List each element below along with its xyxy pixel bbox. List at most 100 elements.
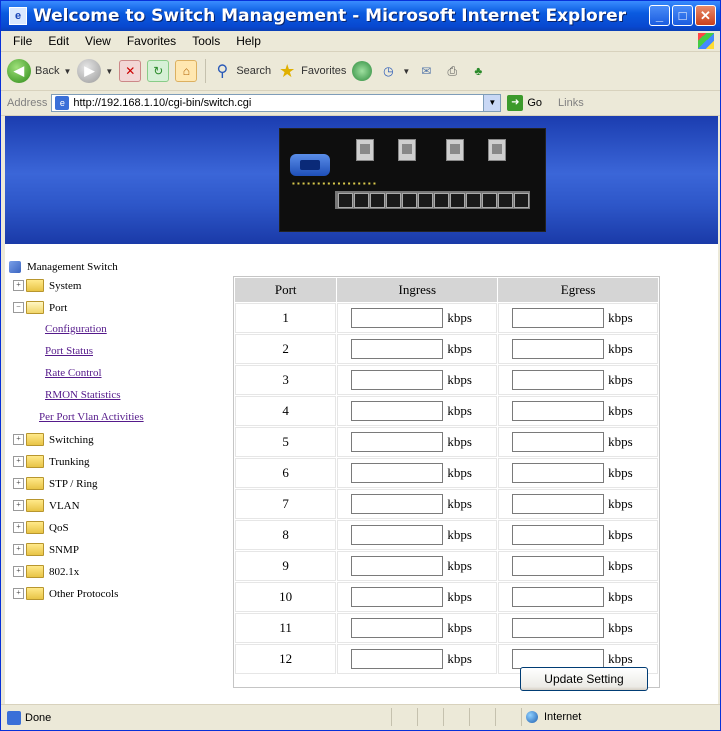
ingress-rate-input[interactable] [351, 587, 444, 607]
tree-item-switching[interactable]: + Switching [13, 433, 94, 446]
windows-logo-icon [698, 33, 714, 49]
egress-cell: kbps [498, 489, 658, 519]
minimize-button[interactable]: _ [649, 5, 670, 26]
expand-plus-icon[interactable]: + [13, 566, 24, 577]
column-header-egress: Egress [498, 278, 658, 302]
expand-plus-icon[interactable]: + [13, 434, 24, 445]
expand-plus-icon[interactable]: + [13, 500, 24, 511]
tree-link-rate-control[interactable]: Rate Control [45, 367, 102, 379]
egress-field-wrap: kbps [500, 370, 656, 390]
egress-rate-input[interactable] [512, 556, 605, 576]
back-arrow-icon: ◀ [7, 59, 31, 83]
tree-item-8021x[interactable]: + 802.1x [13, 565, 79, 578]
ingress-rate-input[interactable] [351, 618, 444, 638]
menu-edit[interactable]: Edit [40, 34, 77, 48]
ingress-rate-input[interactable] [351, 401, 444, 421]
back-dropdown-icon[interactable]: ▼ [63, 67, 71, 76]
update-setting-button[interactable]: Update Setting [520, 667, 648, 691]
egress-rate-input[interactable] [512, 432, 605, 452]
menu-tools[interactable]: Tools [184, 34, 228, 48]
expand-plus-icon[interactable]: + [13, 522, 24, 533]
egress-rate-input[interactable] [512, 618, 605, 638]
ingress-rate-input[interactable] [351, 463, 444, 483]
menu-help[interactable]: Help [228, 34, 269, 48]
tree-item-qos[interactable]: + QoS [13, 521, 69, 534]
expand-plus-icon[interactable]: + [13, 544, 24, 555]
links-button[interactable]: Links [558, 97, 584, 109]
egress-rate-input[interactable] [512, 370, 605, 390]
ingress-rate-input[interactable] [351, 308, 444, 328]
mail-icon: ✉ [421, 64, 432, 78]
ingress-rate-input[interactable] [351, 649, 444, 669]
menu-file[interactable]: File [5, 34, 40, 48]
expand-plus-icon[interactable]: + [13, 280, 24, 291]
expand-plus-icon[interactable]: + [13, 456, 24, 467]
egress-rate-input[interactable] [512, 339, 605, 359]
maximize-button[interactable]: □ [672, 5, 693, 26]
egress-rate-input[interactable] [512, 525, 605, 545]
ingress-rate-input[interactable] [351, 525, 444, 545]
expand-plus-icon[interactable]: + [13, 588, 24, 599]
media-button[interactable] [352, 61, 373, 81]
address-label: Address [7, 97, 48, 109]
computer-icon [9, 261, 21, 273]
home-button[interactable]: ⌂ [175, 60, 198, 82]
ingress-rate-input[interactable] [351, 556, 444, 576]
tree-root[interactable]: Management Switch [9, 261, 118, 273]
egress-cell: kbps [498, 365, 658, 395]
tree-item-trunking[interactable]: + Trunking [13, 455, 90, 468]
stop-button[interactable]: ✕ [119, 60, 142, 82]
collapse-minus-icon[interactable]: − [13, 302, 24, 313]
egress-rate-input[interactable] [512, 494, 605, 514]
egress-rate-input[interactable] [512, 649, 605, 669]
favorites-button[interactable]: ★ Favorites [277, 61, 346, 81]
ingress-rate-input[interactable] [351, 432, 444, 452]
ingress-rate-input[interactable] [351, 339, 444, 359]
egress-field-wrap: kbps [500, 494, 656, 514]
tree-item-label: System [49, 279, 82, 292]
tree-link-rmon-statistics[interactable]: RMON Statistics [45, 389, 120, 401]
address-dropdown-icon[interactable]: ▼ [483, 95, 501, 111]
tree-item-snmp[interactable]: + SNMP [13, 543, 79, 556]
close-button[interactable]: ✕ [695, 5, 716, 26]
mail-button[interactable]: ✉ [416, 61, 436, 81]
port-number: 6 [235, 458, 337, 488]
tree-link-port-status[interactable]: Port Status [45, 345, 93, 357]
tree-item-system[interactable]: + System [13, 279, 81, 292]
go-button[interactable]: ➜ Go [507, 95, 542, 111]
egress-rate-input[interactable] [512, 463, 605, 483]
expand-plus-icon[interactable]: + [13, 478, 24, 489]
go-label: Go [527, 97, 543, 109]
egress-rate-input[interactable] [512, 401, 605, 421]
history-dropdown-icon[interactable]: ▼ [402, 67, 410, 76]
egress-field-wrap: kbps [500, 339, 656, 359]
ethernet-port-icon [386, 193, 401, 208]
back-button[interactable]: ◀ Back ▼ [7, 59, 71, 83]
menu-view[interactable]: View [77, 34, 119, 48]
address-url[interactable]: http://192.168.1.10/cgi-bin/switch.cgi [73, 97, 251, 109]
tree-item-vlan[interactable]: + VLAN [13, 499, 80, 512]
tree-link-per-port-vlan[interactable]: Per Port Vlan Activities [39, 411, 144, 423]
tree-item-stp-ring[interactable]: + STP / Ring [13, 477, 98, 490]
egress-rate-input[interactable] [512, 308, 605, 328]
history-button[interactable]: ◷ ▼ [378, 61, 410, 81]
refresh-button[interactable]: ↻ [147, 60, 170, 82]
unit-label: kbps [447, 341, 472, 356]
rate-control-panel: Port Ingress Egress 1 kbps kbps 2 kbps kbps 3 k… [233, 276, 660, 691]
unit-label: kbps [447, 527, 472, 542]
forward-dropdown-icon[interactable]: ▼ [105, 67, 113, 76]
tree-item-port[interactable]: − Port [13, 301, 67, 314]
tree-item-other-protocols[interactable]: + Other Protocols [13, 587, 118, 600]
ingress-cell: kbps [337, 551, 498, 581]
forward-button[interactable]: ▶ ▼ [77, 59, 113, 83]
tree-link-configuration[interactable]: Configuration [45, 323, 107, 335]
messenger-button[interactable]: ♣ [468, 61, 488, 81]
egress-rate-input[interactable] [512, 587, 605, 607]
search-button[interactable]: ⚲ Search [212, 61, 271, 81]
ingress-rate-input[interactable] [351, 370, 444, 390]
address-input[interactable]: e http://192.168.1.10/cgi-bin/switch.cgi… [51, 94, 502, 112]
ingress-rate-input[interactable] [351, 494, 444, 514]
favorites-star-icon: ★ [279, 60, 296, 81]
menu-favorites[interactable]: Favorites [119, 34, 184, 48]
print-button[interactable]: ⎙ [442, 61, 462, 81]
